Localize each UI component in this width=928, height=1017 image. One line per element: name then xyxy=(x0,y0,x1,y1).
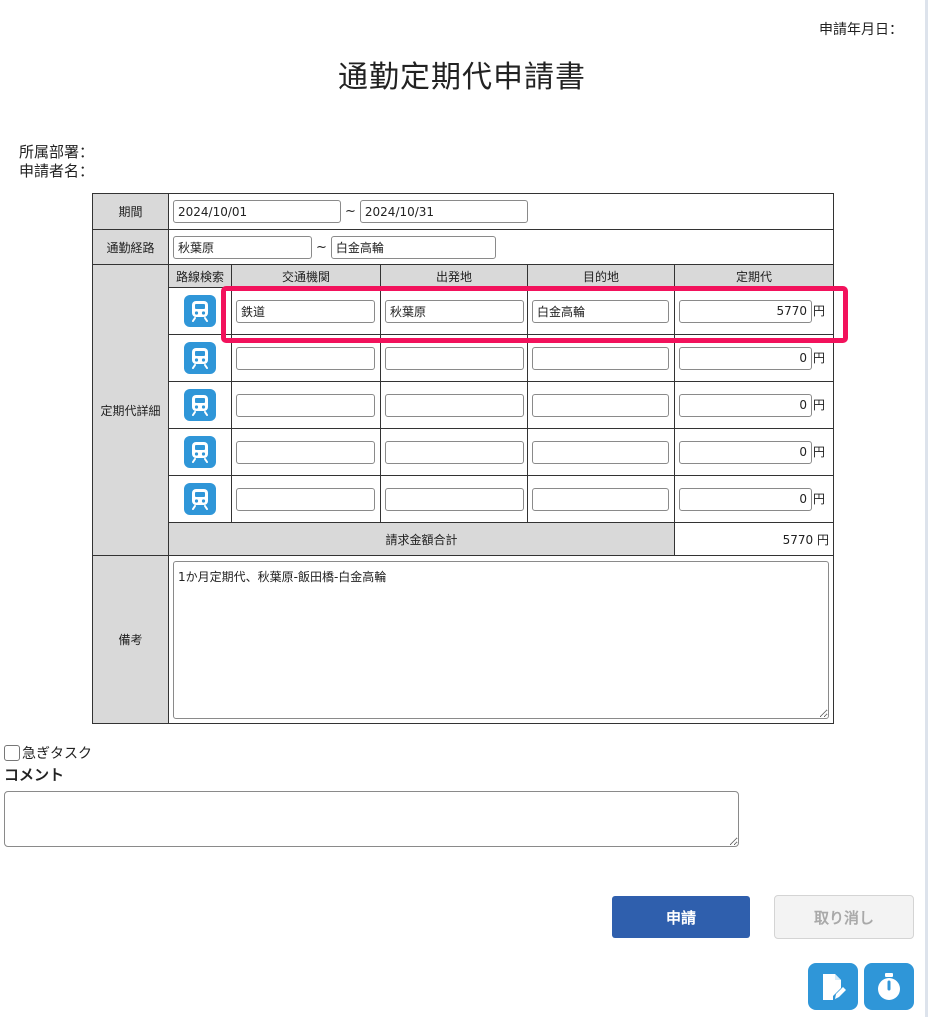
transport-input[interactable] xyxy=(236,346,375,370)
period-from-input[interactable] xyxy=(173,200,341,223)
yen-unit: 円 xyxy=(813,351,826,365)
column-route-search: 路線検索 xyxy=(168,264,232,288)
departure-input[interactable] xyxy=(385,393,524,417)
detail-header-row: 定期代詳細 路線検索 交通機関 出発地 目的地 定期代 xyxy=(92,264,834,556)
apply-button[interactable]: 申請 xyxy=(612,896,750,938)
yen-unit: 円 xyxy=(813,492,826,506)
destination-input[interactable] xyxy=(532,487,669,511)
yen-unit: 円 xyxy=(813,398,826,412)
route-from-input[interactable] xyxy=(173,235,312,259)
cancel-button[interactable]: 取り消し xyxy=(774,895,914,939)
period-row: 期間 ~ xyxy=(92,193,834,230)
column-transport: 交通機関 xyxy=(231,264,381,288)
fare-input[interactable] xyxy=(679,346,812,370)
period-separator: ~ xyxy=(345,204,356,219)
commute-pass-form-table: 期間 ~ 通勤経路 ~ 定期代詳細 路線検索 交通機関 出発地 目的地 定期代 xyxy=(92,193,834,724)
transport-input[interactable] xyxy=(236,299,375,323)
destination-input[interactable] xyxy=(532,393,669,417)
urgent-task-checkbox[interactable] xyxy=(4,745,20,761)
yen-unit: 円 xyxy=(813,445,826,459)
transport-input[interactable] xyxy=(236,487,375,511)
detail-row-2: 円 xyxy=(93,334,834,382)
train-icon xyxy=(192,348,208,369)
urgent-task-toggle[interactable]: 急ぎタスク xyxy=(4,743,92,763)
route-search-button[interactable] xyxy=(184,389,216,421)
detail-row-4: 円 xyxy=(93,428,834,476)
edit-document-icon xyxy=(823,973,846,1000)
departure-input[interactable] xyxy=(385,346,524,370)
detail-label: 定期代詳細 xyxy=(92,264,169,556)
route-label: 通勤経路 xyxy=(92,229,169,265)
detail-row-3: 円 xyxy=(93,381,834,429)
page-title: 通勤定期代申請書 xyxy=(338,60,586,95)
edit-document-button[interactable] xyxy=(808,963,858,1010)
departure-input[interactable] xyxy=(385,440,524,464)
train-icon xyxy=(192,301,208,322)
departure-input[interactable] xyxy=(385,299,524,323)
route-search-button[interactable] xyxy=(184,436,216,468)
apply-date-label: 申請年月日： xyxy=(819,22,903,38)
column-departure: 出発地 xyxy=(380,264,528,288)
stopwatch-icon xyxy=(878,972,900,1000)
applicant-name-label: 申請者名： xyxy=(19,162,95,180)
department-label: 所属部署： xyxy=(19,143,95,161)
period-to-input[interactable] xyxy=(359,200,528,223)
column-fare: 定期代 xyxy=(674,264,834,288)
detail-row-1: 円 xyxy=(93,287,834,335)
detail-row-5: 円 xyxy=(93,475,834,523)
train-icon xyxy=(192,395,208,416)
total-label: 請求金額合計 xyxy=(168,522,675,556)
column-destination: 目的地 xyxy=(527,264,675,288)
train-icon xyxy=(192,489,208,510)
yen-unit: 円 xyxy=(813,304,826,318)
urgent-task-label: 急ぎタスク xyxy=(22,746,92,762)
remarks-textarea[interactable]: 1か月定期代、秋葉原-飯田橋-白金高輪 xyxy=(173,560,829,719)
fare-input[interactable] xyxy=(679,487,812,511)
route-row: 通勤経路 ~ xyxy=(92,229,834,265)
transport-input[interactable] xyxy=(236,393,375,417)
destination-input[interactable] xyxy=(532,346,669,370)
total-row: 請求金額合計 5770 円 xyxy=(93,522,834,556)
route-to-input[interactable] xyxy=(330,235,496,259)
total-value: 5770 円 xyxy=(674,522,834,556)
remarks-row: 備考 1か月定期代、秋葉原-飯田橋-白金高輪 xyxy=(92,555,834,724)
period-label: 期間 xyxy=(92,193,169,230)
route-separator: ~ xyxy=(316,239,327,255)
transport-input[interactable] xyxy=(236,440,375,464)
route-search-button[interactable] xyxy=(184,342,216,374)
fare-input[interactable] xyxy=(679,440,812,464)
destination-input[interactable] xyxy=(532,299,669,323)
train-icon xyxy=(192,442,208,463)
departure-input[interactable] xyxy=(385,487,524,511)
fare-input[interactable] xyxy=(679,393,812,417)
route-search-button[interactable] xyxy=(184,295,216,327)
route-search-button[interactable] xyxy=(184,483,216,515)
destination-input[interactable] xyxy=(532,440,669,464)
stopwatch-button[interactable] xyxy=(864,963,914,1010)
comment-label: コメント xyxy=(4,766,65,784)
remarks-label: 備考 xyxy=(92,555,169,724)
fare-input[interactable] xyxy=(679,299,812,323)
comment-textarea[interactable] xyxy=(4,791,739,847)
